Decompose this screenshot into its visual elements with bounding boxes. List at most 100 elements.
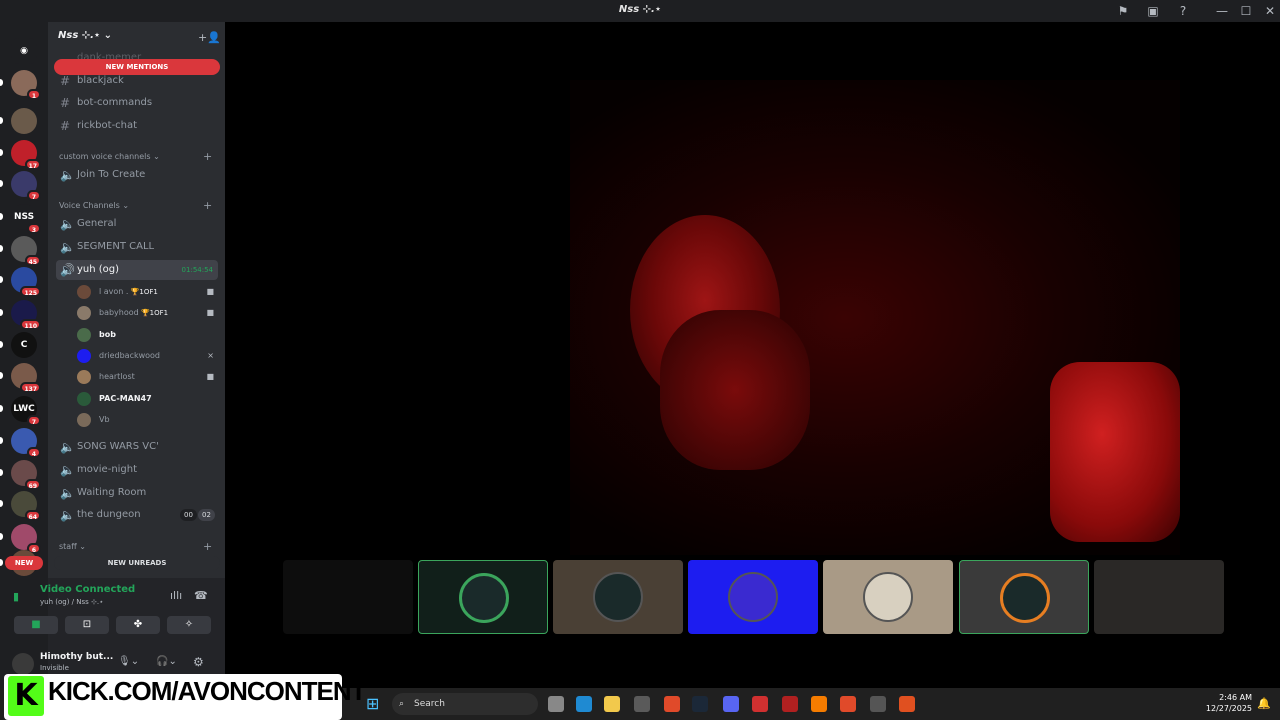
hash-icon: # (60, 74, 71, 88)
channel-waiting-room[interactable]: 🔈 Waiting Room (56, 483, 218, 503)
server-icon-s13[interactable]: 69 (0, 460, 41, 490)
edge-icon[interactable] (576, 696, 592, 712)
app-icon[interactable] (870, 696, 886, 712)
server-icon-s15[interactable]: 6 (0, 524, 41, 554)
voice-user[interactable]: PAC-MAN47 (77, 390, 217, 408)
add-channel-icon[interactable]: + (203, 150, 212, 163)
tile-2[interactable] (418, 560, 548, 634)
channel-segment-call[interactable]: 🔈 SEGMENT CALL (56, 237, 218, 257)
fl-studio-icon[interactable] (811, 696, 827, 712)
server-icon-dm[interactable]: ◉ (11, 38, 37, 64)
server-name[interactable]: Nss ⊹.⋆ ⌄ (58, 30, 112, 41)
chrome-icon[interactable] (840, 696, 856, 712)
cloud-app-icon[interactable] (899, 696, 915, 712)
avatar (77, 349, 91, 363)
server-icon-s14[interactable]: 64 (0, 491, 41, 521)
noise-suppression-icon[interactable]: ıllı (170, 589, 182, 602)
tile-7[interactable] (1094, 560, 1224, 634)
channel-general[interactable]: 🔈 General (56, 214, 218, 234)
app-icon[interactable] (752, 696, 768, 712)
server-icon-s6[interactable]: 45 (0, 236, 41, 266)
opera-icon[interactable] (782, 696, 798, 712)
tile-5[interactable] (823, 560, 953, 634)
server-icon-s7[interactable]: 125 (0, 267, 41, 297)
taskbar-search[interactable]: ⌕ Search (392, 693, 538, 715)
server-icon-s8[interactable]: 110 (0, 300, 41, 330)
avatar[interactable] (12, 653, 34, 675)
voice-user-name: bob (99, 330, 116, 339)
explorer-icon[interactable] (604, 696, 620, 712)
tile-3[interactable] (553, 560, 683, 634)
chrome-icon[interactable] (664, 696, 680, 712)
tile-6[interactable] (959, 560, 1089, 634)
signal-icon[interactable]: ▮ (13, 590, 19, 603)
channel-yuh-og[interactable]: 🔊 yuh (og) 01:54:54 (56, 260, 218, 280)
soundboard-button[interactable]: ✧ (167, 616, 211, 634)
voice-user-name: babyhood (99, 308, 139, 317)
activities-icon: ✤ (133, 619, 143, 630)
channel-song-wars[interactable]: 🔈 SONG WARS VC' (56, 437, 218, 457)
new-badge[interactable]: NEW (5, 556, 43, 570)
notification-icon[interactable]: 🔔 (1257, 697, 1271, 710)
close-button[interactable]: ✕ (1262, 3, 1278, 19)
settings-icon[interactable]: ⚙ (193, 655, 204, 669)
channel-blackjack[interactable]: # blackjack (56, 71, 218, 91)
clock-time[interactable]: 2:46 AM (1200, 693, 1252, 702)
maximize-button[interactable]: ☐ (1238, 3, 1254, 19)
main-video-feed[interactable] (570, 80, 1180, 555)
add-channel-icon[interactable]: + (203, 199, 212, 212)
headphones-icon[interactable]: 🎧⌄ (156, 656, 177, 667)
voice-user[interactable]: Vb (77, 411, 217, 429)
category-voice-channels[interactable]: Voice Channels ⌄ (59, 201, 129, 210)
server-icon-s10[interactable]: 137 (0, 363, 41, 393)
add-member-icon[interactable]: +👤 (198, 31, 221, 44)
task-view-icon[interactable] (548, 696, 564, 712)
channel-movie-night[interactable]: 🔈 movie-night (56, 460, 218, 480)
steam-icon[interactable] (692, 696, 708, 712)
tile-4[interactable] (688, 560, 818, 634)
voice-status[interactable]: Video Connected (40, 584, 135, 595)
voice-user[interactable]: babyhood 🏆1OF1 ■ (77, 304, 217, 322)
server-icon-s5[interactable]: NSS 3 (0, 204, 41, 234)
server-icon-s12[interactable]: 4 (0, 428, 41, 458)
category-staff[interactable]: staff ⌄ (59, 542, 86, 551)
voice-user[interactable]: driedbackwood ⨯ (77, 347, 217, 365)
unread-pip (0, 469, 3, 476)
inbox-icon[interactable]: ⚑ (1115, 3, 1131, 19)
mic-icon[interactable]: 🎙⌄ (118, 656, 139, 667)
voice-user[interactable]: l avon . 🏆1OF1 ■ (77, 283, 217, 301)
start-icon[interactable]: ⊞ (366, 695, 384, 713)
tile-1[interactable] (283, 560, 413, 634)
server-icon-s4[interactable]: 7 (0, 171, 41, 201)
add-channel-icon[interactable]: + (203, 540, 212, 553)
window-icon[interactable]: ▣ (1145, 3, 1161, 19)
server-icon-s3[interactable]: 17 (0, 140, 41, 170)
new-unreads-pill[interactable]: NEW UNREADS (54, 556, 220, 570)
voice-user[interactable]: heartlost ■ (77, 368, 217, 386)
speaker-icon: 🔈 (60, 168, 75, 182)
help-icon[interactable]: ? (1175, 3, 1191, 19)
channel-the-dungeon[interactable]: 🔈 the dungeon 00 02 (56, 505, 218, 525)
activities-button[interactable]: ✤ (116, 616, 160, 634)
voice-user[interactable]: bob (77, 326, 217, 344)
store-icon[interactable] (634, 696, 650, 712)
server-icon-s11[interactable]: LWC 7 (0, 396, 41, 426)
screenshare-button[interactable]: ⊡ (65, 616, 109, 634)
unread-pip (0, 500, 3, 507)
kick-url: KICK.COM/AVONCONTENT (48, 676, 367, 706)
channel-join-to-create[interactable]: 🔈 Join To Create (56, 165, 218, 185)
server-icon-s9[interactable]: C (0, 332, 37, 358)
server-icon-s2[interactable] (0, 108, 37, 134)
dungeon-count-limit: 02 (198, 509, 215, 521)
user-name[interactable]: Himothy but... (40, 652, 113, 662)
discord-icon[interactable] (723, 696, 739, 712)
server-icon-s1[interactable]: 1 (0, 70, 41, 100)
camera-icon: ■ (206, 287, 214, 296)
minimize-button[interactable]: — (1214, 3, 1230, 19)
disconnect-icon[interactable]: ☎ (194, 589, 208, 602)
camera-button[interactable]: ■ (14, 616, 58, 634)
category-custom-voice[interactable]: custom voice channels ⌄ (59, 152, 160, 161)
hash-icon: # (60, 119, 71, 133)
channel-bot-commands[interactable]: # bot-commands (56, 93, 218, 113)
channel-rickbot-chat[interactable]: # rickbot-chat (56, 116, 218, 136)
